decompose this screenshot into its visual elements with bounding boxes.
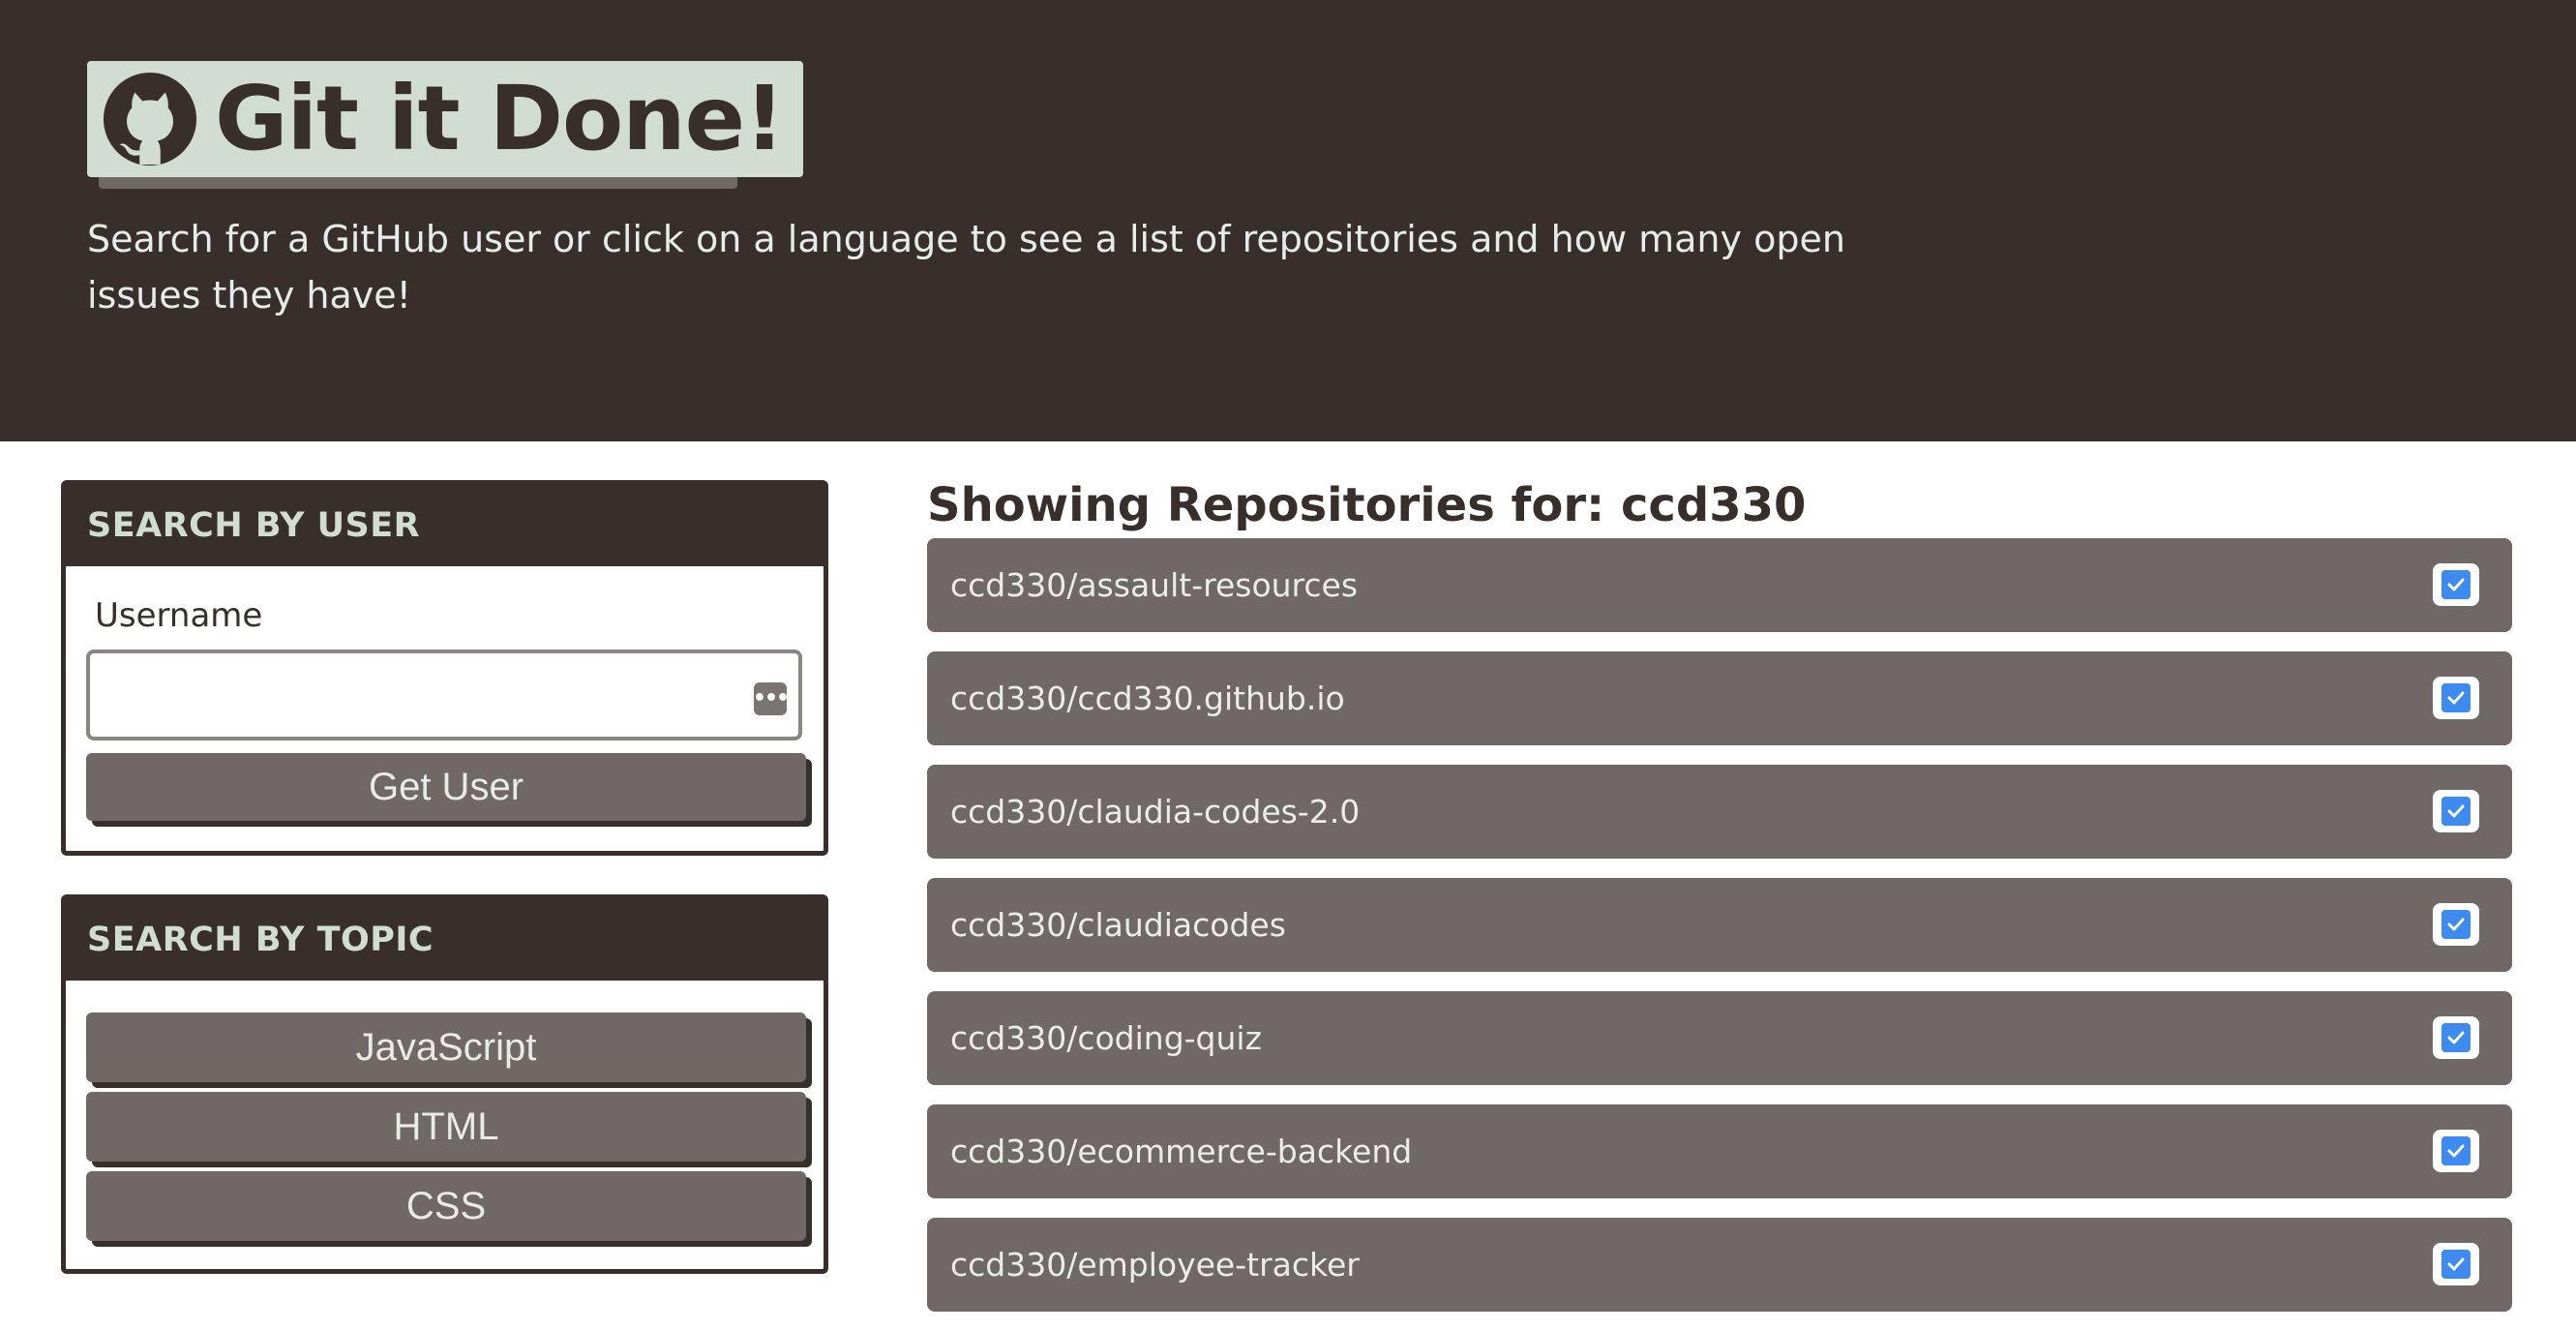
check-square-icon: [2433, 563, 2479, 606]
search-by-topic-card: SEARCH BY TOPIC JavaScript HTML CSS: [61, 894, 828, 1274]
repo-item[interactable]: ccd330/assault-resources: [927, 538, 2512, 632]
logo: Git it Done!: [87, 61, 804, 189]
check-square-icon: [2433, 903, 2479, 946]
repo-item[interactable]: ccd330/claudiacodes: [927, 878, 2512, 972]
page-header: Git it Done! Search for a GitHub user or…: [0, 0, 2576, 441]
repo-item[interactable]: ccd330/coding-quiz: [927, 991, 2512, 1085]
search-by-user-card: SEARCH BY USER Username ••• Get User: [61, 480, 828, 856]
repo-name: ccd330/assault-resources: [950, 566, 1359, 604]
search-by-user-heading: SEARCH BY USER: [87, 506, 421, 545]
check-square-icon: [2433, 1243, 2479, 1285]
repo-name: ccd330/coding-quiz: [950, 1019, 1262, 1057]
autofill-icon[interactable]: •••: [753, 682, 790, 715]
check-square-icon: [2433, 790, 2479, 832]
search-by-topic-heading: SEARCH BY TOPIC: [87, 921, 434, 959]
get-user-button[interactable]: Get User: [86, 753, 806, 821]
check-square-icon: [2433, 677, 2479, 719]
card-header: SEARCH BY USER: [66, 485, 824, 566]
repo-name: ccd330/employee-tracker: [950, 1246, 1360, 1284]
repo-name: ccd330/claudia-codes-2.0: [950, 793, 1361, 831]
repo-item[interactable]: ccd330/employee-tracker: [927, 1218, 2512, 1312]
app-subtitle: Search for a GitHub user or click on a l…: [87, 218, 1845, 317]
github-icon: [103, 72, 197, 166]
logo-box: Git it Done!: [87, 61, 804, 177]
check-square-icon: [2433, 1130, 2479, 1172]
username-label: Username: [95, 596, 263, 635]
repo-item[interactable]: ccd330/ccd330.github.io: [927, 651, 2512, 745]
repo-name: ccd330/ccd330.github.io: [950, 680, 1345, 717]
topic-button-html[interactable]: HTML: [86, 1092, 806, 1162]
repo-name: ccd330/ecommerce-backend: [950, 1133, 1413, 1170]
card-header: SEARCH BY TOPIC: [66, 899, 824, 981]
repo-item[interactable]: ccd330/ecommerce-backend: [927, 1104, 2512, 1198]
app-title: Git it Done!: [215, 67, 785, 170]
repo-item[interactable]: ccd330/claudia-codes-2.0: [927, 765, 2512, 859]
topic-button-css[interactable]: CSS: [86, 1171, 806, 1241]
username-input[interactable]: [86, 650, 802, 741]
topic-button-javascript[interactable]: JavaScript: [86, 1013, 806, 1082]
repos-heading: Showing Repositories for: ccd330: [927, 478, 1807, 532]
repo-name: ccd330/claudiacodes: [950, 906, 1286, 944]
check-square-icon: [2433, 1016, 2479, 1059]
